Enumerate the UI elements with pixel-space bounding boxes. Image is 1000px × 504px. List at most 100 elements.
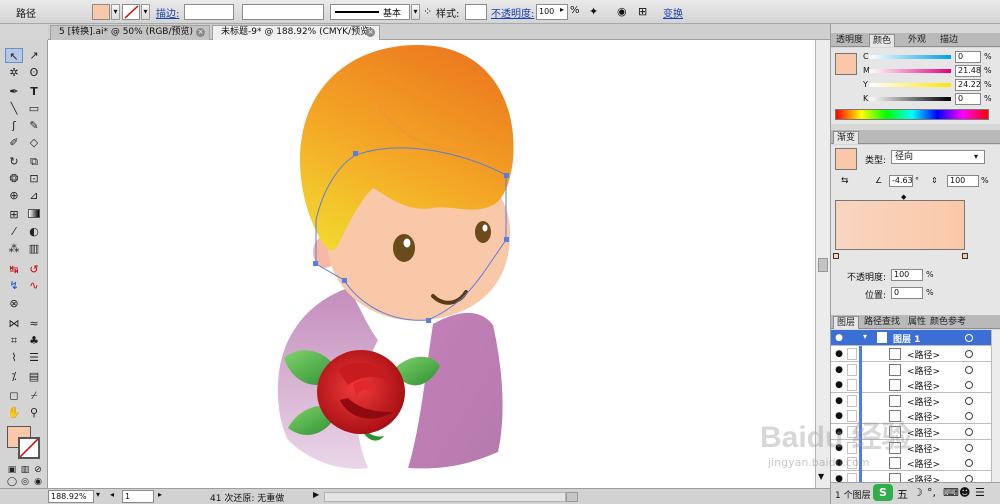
envelope-tool-icon[interactable]: ⋈	[5, 316, 23, 331]
target-icon[interactable]	[965, 396, 973, 405]
gradient-slider[interactable]	[835, 200, 965, 250]
lock-toggle[interactable]	[847, 394, 857, 407]
chart-line-tool-icon[interactable]: ⌇	[5, 350, 23, 365]
reverse-gradient-icon[interactable]: ⇆	[841, 176, 849, 186]
layers-scrollbar[interactable]	[991, 330, 1000, 482]
eye-icon[interactable]: ●	[833, 426, 845, 438]
column-graph-tool-icon[interactable]: ▥	[25, 241, 43, 256]
path-name[interactable]: <路径>	[907, 426, 940, 439]
ime-wubi-icon[interactable]: 五	[897, 486, 908, 502]
opacity-stepper-icon[interactable]: ▸	[560, 5, 564, 14]
eye-icon[interactable]: ●	[833, 395, 845, 407]
channel-c-value[interactable]: 0	[955, 51, 981, 63]
tab-color[interactable]: 颜色	[869, 34, 896, 47]
crosshair-tool-icon[interactable]: ⊗	[5, 296, 23, 311]
eyedropper-tool-icon[interactable]: ⁄	[5, 224, 23, 239]
tab-color-guide[interactable]: 颜色参考	[927, 316, 969, 329]
channel-k-slider[interactable]	[869, 97, 951, 101]
eraser-tool-icon[interactable]: ◇	[25, 135, 43, 150]
hand-tool-icon[interactable]: ✋	[5, 405, 23, 420]
layer-row-path[interactable]: ● <路径>	[831, 392, 991, 409]
tab-gradient[interactable]: 渐变	[833, 131, 860, 144]
color-fill-swatch[interactable]	[835, 53, 857, 75]
tab-pathfinder[interactable]: 路径查找	[861, 316, 903, 329]
anchor-point[interactable]	[504, 237, 509, 242]
channel-y-slider[interactable]	[869, 83, 951, 87]
free-transform-tool-icon[interactable]: ⊡	[25, 171, 43, 186]
artboard-canvas[interactable]	[48, 40, 815, 488]
eye-icon[interactable]: ●	[833, 332, 845, 344]
stroke-swatch[interactable]	[18, 437, 40, 459]
brush-dropdown-icon[interactable]: ▾	[411, 4, 420, 20]
target-icon[interactable]	[965, 350, 973, 358]
pencil-tool-icon[interactable]: ✎	[25, 118, 43, 133]
stop-location-input[interactable]: 0	[891, 287, 923, 299]
anchor-point[interactable]	[504, 173, 509, 178]
rotate-tool-icon[interactable]: ↻	[5, 154, 23, 169]
reshape-tool-icon[interactable]: ↺	[25, 262, 43, 277]
close-icon[interactable]: ×	[196, 28, 205, 37]
line-tool-icon[interactable]: ╲	[5, 101, 23, 116]
eye-icon[interactable]: ●	[833, 364, 845, 376]
tab-attributes[interactable]: 属性	[905, 316, 929, 329]
perspective-tool-icon[interactable]: ⊿	[25, 188, 43, 203]
eye-icon[interactable]: ●	[833, 442, 845, 454]
scale-tool-icon[interactable]: ⧉	[25, 154, 43, 169]
stroke-dropdown-icon[interactable]: ▾	[141, 4, 150, 20]
target-icon[interactable]	[965, 459, 973, 468]
path-name[interactable]: <路径>	[907, 457, 940, 470]
artboard-number-field[interactable]: 1	[122, 490, 154, 503]
layer-row-path[interactable]: ● <路径>	[831, 439, 991, 456]
target-icon[interactable]	[965, 365, 973, 374]
eye-icon[interactable]: ●	[833, 473, 845, 482]
lock-toggle[interactable]	[847, 379, 857, 392]
layer-row-main[interactable]: ● ▾ 图层 1	[831, 330, 991, 346]
doc-tab-untitled[interactable]: 未标题-9* @ 188.92% (CMYK/预览) ×	[212, 25, 380, 40]
next-artboard-icon[interactable]: ▸	[158, 490, 162, 499]
eye-icon[interactable]: ●	[833, 457, 845, 469]
lock-toggle[interactable]	[847, 457, 857, 470]
variable-width-profile[interactable]	[242, 4, 324, 20]
aspect-input[interactable]: 100	[947, 175, 979, 187]
join-tool-icon[interactable]: ↯	[5, 278, 23, 293]
target-icon[interactable]	[965, 381, 973, 390]
knife-tool-icon[interactable]: ⌿	[25, 388, 43, 403]
type-tool-icon[interactable]: T	[25, 84, 43, 99]
lock-toggle[interactable]	[847, 472, 857, 482]
scroll-thumb[interactable]	[818, 258, 828, 272]
artboard-tool-icon[interactable]: ⌗	[5, 333, 23, 348]
path-name[interactable]: <路径>	[907, 379, 940, 392]
gradient-stop-start[interactable]	[833, 253, 839, 259]
channel-m-value[interactable]: 21.48	[955, 65, 981, 77]
status-menu-icon[interactable]: ▶	[313, 490, 319, 499]
ime-logo-icon[interactable]: S	[873, 484, 893, 501]
vertical-scrollbar[interactable]: ▼	[815, 40, 830, 488]
transform-link[interactable]: 变换	[663, 5, 683, 20]
path-name[interactable]: <路径>	[907, 473, 940, 482]
layer-row-path[interactable]: ● <路径>	[831, 455, 991, 472]
path-name[interactable]: <路径>	[907, 348, 940, 361]
puppet-tool-icon[interactable]: ♣	[25, 333, 43, 348]
slice-tool-icon[interactable]: ◻	[5, 388, 23, 403]
ime-keyboard-icon[interactable]: ⌨	[943, 486, 959, 499]
layer-row-path[interactable]: ● <路径>	[831, 424, 991, 440]
angle-input[interactable]: -4.63	[889, 175, 913, 187]
ime-punct-icon[interactable]: °,	[927, 486, 936, 499]
path-name[interactable]: <路径>	[907, 442, 940, 455]
layer-row-path[interactable]: ● <路径>	[831, 361, 991, 378]
close-icon[interactable]: ×	[366, 28, 375, 37]
fill-color-swatch[interactable]	[92, 4, 110, 20]
anchor-point[interactable]	[426, 318, 431, 323]
stop-opacity-input[interactable]: 100	[891, 269, 923, 281]
shape-builder-tool-icon[interactable]: ⊕	[5, 188, 23, 203]
channel-m-slider[interactable]	[869, 69, 951, 73]
layer-row-path[interactable]: ● <路径>	[831, 408, 991, 425]
target-icon[interactable]	[965, 334, 973, 342]
wave-tool-icon[interactable]: ≈	[25, 316, 43, 331]
symbol-sprayer-tool-icon[interactable]: ⁂	[5, 241, 23, 256]
lock-toggle[interactable]	[847, 426, 857, 438]
zoom-field[interactable]: 188.92%	[48, 490, 94, 503]
opacity-link[interactable]: 不透明度:	[491, 5, 534, 20]
target-icon[interactable]	[965, 474, 973, 482]
selection-tool-icon[interactable]: ↖	[5, 48, 23, 63]
